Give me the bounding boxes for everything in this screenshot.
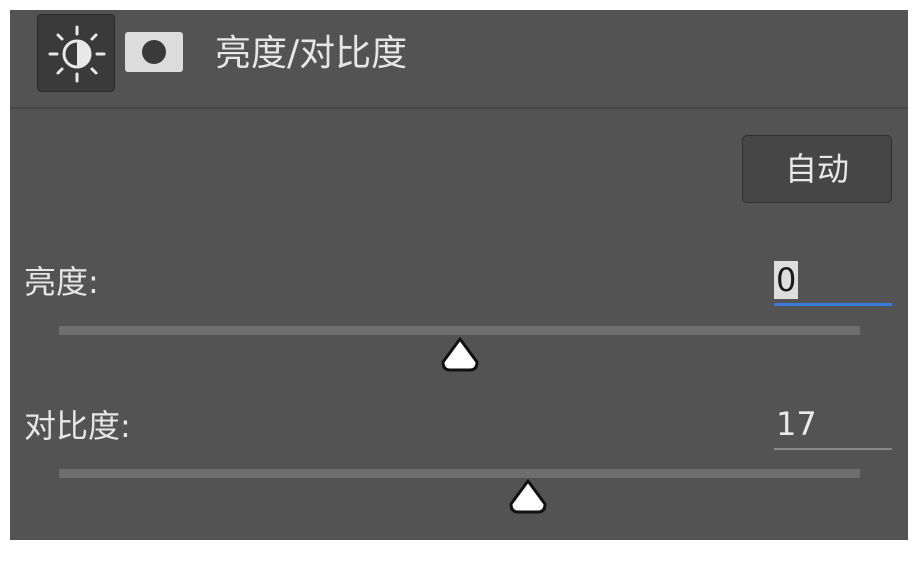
brightness-value: 0 xyxy=(774,261,799,299)
panel-title: 亮度/对比度 xyxy=(215,33,408,74)
contrast-value: 17 xyxy=(776,405,817,443)
brightness-value-underline xyxy=(774,303,892,306)
contrast-value-underline xyxy=(774,448,892,450)
contrast-value-field[interactable]: 17 xyxy=(774,404,892,450)
contrast-label: 对比度: xyxy=(24,407,131,445)
auto-button[interactable]: 自动 xyxy=(742,135,892,203)
contrast-slider-thumb[interactable] xyxy=(507,478,549,516)
brightness-slider-track[interactable] xyxy=(59,326,860,335)
layer-mask-icon[interactable] xyxy=(125,32,183,72)
brightness-contrast-icon xyxy=(48,25,106,83)
brightness-contrast-icon-button[interactable] xyxy=(37,14,115,92)
brightness-label: 亮度: xyxy=(24,263,99,301)
properties-panel: 亮度/对比度 自动 亮度: 0 对比度: 17 xyxy=(10,10,908,540)
panel-header: 亮度/对比度 xyxy=(10,10,908,109)
brightness-slider-thumb[interactable] xyxy=(439,336,481,374)
brightness-value-field[interactable]: 0 xyxy=(774,260,892,306)
contrast-slider-track[interactable] xyxy=(59,469,860,478)
